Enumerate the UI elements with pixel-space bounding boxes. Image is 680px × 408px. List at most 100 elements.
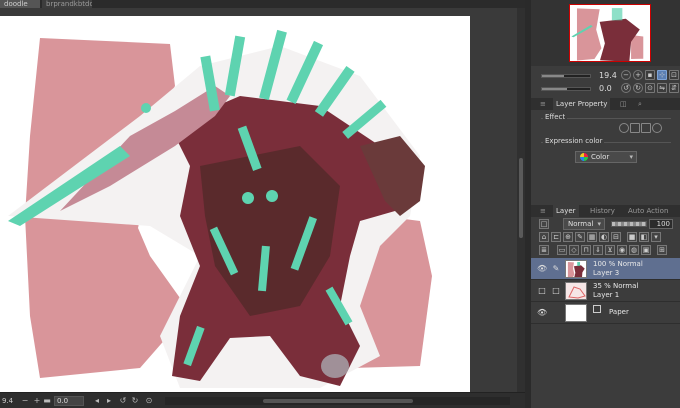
layer-thumbnail — [565, 282, 587, 300]
clip-below-icon[interactable]: ⊏ — [551, 232, 561, 242]
layer-property-menu-icon[interactable]: ≡ — [537, 98, 549, 110]
zoom-slider-icon[interactable]: ▬ — [42, 396, 52, 406]
navigator-fit-icon[interactable]: ▪ — [645, 70, 655, 80]
layer-panel-tabs: ≡ Layer History Auto Action — [531, 205, 680, 217]
paper-layer-icon — [593, 305, 601, 313]
canvas-horizontal-scrollbar[interactable] — [165, 397, 510, 405]
lock-transparent-icon[interactable]: ▦ — [587, 232, 597, 242]
reference-layer-icon[interactable]: ⊕ — [563, 232, 573, 242]
vertical-scroll-thumb[interactable] — [519, 158, 523, 238]
lock-layer-icon[interactable]: ⌂ — [539, 232, 549, 242]
effect-layer-color-icon[interactable] — [641, 123, 651, 133]
navigator-flip-h-icon[interactable]: ⇋ — [657, 83, 667, 93]
chevron-down-icon: ▾ — [597, 220, 601, 228]
apply-mask-icon[interactable]: ◍ — [629, 245, 639, 255]
navigator-fit-window-icon[interactable]: ⊹ — [657, 70, 667, 80]
rotation-readout[interactable]: 0.0 — [54, 396, 84, 406]
layer-name: Paper — [609, 308, 629, 316]
expression-color-label: Expression color — [543, 137, 605, 145]
layer-name: Layer 1 — [593, 291, 620, 299]
eye-off-icon[interactable]: □ — [537, 286, 547, 296]
chevron-down-icon: ▾ — [629, 153, 633, 161]
navigator-zoom-row: 19.4 − + ▪ ⊹ ⊡ — [539, 70, 679, 81]
tab-history[interactable]: History — [587, 205, 618, 217]
merge-down-icon[interactable]: ⊻ — [605, 245, 615, 255]
delete-layer-icon[interactable]: ▣ — [641, 245, 651, 255]
mask-icon[interactable]: ◐ — [599, 232, 609, 242]
pencil-icon[interactable]: ✎ — [551, 264, 561, 274]
new-raster-layer-icon[interactable]: ▭ — [557, 245, 567, 255]
transfer-down-icon[interactable]: ⇓ — [593, 245, 603, 255]
right-panel: 19.4 − + ▪ ⊹ ⊡ 0.0 ↺ ↻ ⊙ ⇋ ⇵ ≡ Layer Pro… — [530, 0, 680, 408]
navigator-rotate-value: 0.0 — [599, 84, 612, 93]
effect-label: Effect — [543, 113, 568, 121]
canvas-paper[interactable] — [0, 16, 470, 392]
tab-layer[interactable]: Layer — [553, 205, 579, 217]
zoom-in-icon[interactable]: + — [32, 396, 42, 406]
zoom-readout[interactable]: 9.4 — [2, 396, 13, 406]
canvas-area[interactable] — [0, 8, 517, 392]
layer-menu-icon[interactable]: ≡ — [537, 205, 549, 217]
ruler-icon[interactable]: ⊟ — [611, 232, 621, 242]
tab-auto-action[interactable]: Auto Action — [625, 205, 671, 217]
tab-layer-property[interactable]: Layer Property — [553, 98, 611, 110]
opacity-slider[interactable] — [611, 221, 647, 227]
layer-thumbnail — [565, 260, 587, 278]
effect-tone-icon[interactable] — [630, 123, 640, 133]
zoom-out-icon[interactable]: − — [20, 396, 30, 406]
layer-color-icon[interactable]: ■ — [627, 232, 637, 242]
layer-blend-row: □ Normal ▾ 100 — [531, 218, 680, 230]
opacity-input[interactable]: 100 — [649, 219, 673, 229]
layer-property-panel: Effect Expression color Color ▾ — [531, 112, 680, 202]
horizontal-scroll-thumb[interactable] — [263, 399, 413, 403]
tab-doodle[interactable]: doodle — [0, 0, 40, 8]
layer-list-icon[interactable]: ≣ — [539, 245, 549, 255]
tab-property-2-icon[interactable]: ◫ — [617, 98, 630, 110]
tab-property-3-icon[interactable]: ⌕ — [635, 98, 645, 110]
reset-rotation-icon[interactable]: ⊙ — [144, 396, 154, 406]
new-vector-layer-icon[interactable]: ◇ — [569, 245, 579, 255]
rotate-slider[interactable] — [541, 87, 591, 91]
expression-color-value: Color — [591, 153, 610, 161]
expression-color-group: Expression color Color ▾ — [541, 137, 671, 168]
navigator-actual-size-icon[interactable]: ⊡ — [669, 70, 679, 80]
navigator-thumbnail[interactable] — [569, 4, 651, 62]
layer-row-layer-3[interactable]: 👁 ✎ 100 % Normal Layer 3 — [531, 258, 680, 280]
navigator-rotate-right-icon[interactable]: ↻ — [633, 83, 643, 93]
expression-color-dropdown[interactable]: Color ▾ — [575, 151, 637, 163]
artwork — [8, 29, 432, 388]
navigator-rotate-left-icon[interactable]: ↺ — [621, 83, 631, 93]
draft-layer-icon[interactable]: ✎ — [575, 232, 585, 242]
scroll-right-icon[interactable]: ▸ — [104, 396, 114, 406]
eye-icon[interactable]: 👁 — [537, 264, 547, 274]
navigator-zoom-in-icon[interactable]: + — [633, 70, 643, 80]
edit-off-icon[interactable]: □ — [551, 286, 561, 296]
property-panel-tabs: ≡ Layer Property ◫ ⌕ — [531, 98, 680, 110]
effect-more-icon[interactable] — [652, 123, 662, 133]
rotate-left-icon[interactable]: ↺ — [118, 396, 128, 406]
tab-brprandkbtdon[interactable]: brprandkbtdon — [42, 0, 92, 8]
layer-color-swatch-icon[interactable]: ◧ — [639, 232, 649, 242]
layer-clip-icon[interactable]: □ — [539, 219, 549, 229]
navigator-flip-v-icon[interactable]: ⇵ — [669, 83, 679, 93]
app-window: doodle brprandkbtdon ▪ — [0, 0, 680, 408]
create-mask-icon[interactable]: ◉ — [617, 245, 627, 255]
eye-icon[interactable]: 👁 — [537, 308, 547, 318]
layer-thumbnail — [565, 304, 587, 322]
layer-settings-icon[interactable]: ⊞ — [657, 245, 667, 255]
skull-eye — [141, 103, 151, 113]
effect-border-icon[interactable] — [619, 123, 629, 133]
navigator-reset-rotate-icon[interactable]: ⊙ — [645, 83, 655, 93]
navigator-zoom-out-icon[interactable]: − — [621, 70, 631, 80]
layer-row-paper[interactable]: 👁 Paper — [531, 302, 680, 324]
canvas-vertical-scrollbar[interactable] — [517, 8, 525, 392]
layer-color-toggle-icon[interactable]: ▾ — [651, 232, 661, 242]
layer-blend-info: 35 % Normal — [593, 282, 639, 290]
layer-tools-row-2: ≣ ▭ ◇ ⊓ ⇓ ⊻ ◉ ◍ ▣ ⊞ — [531, 244, 680, 256]
blend-mode-dropdown[interactable]: Normal ▾ — [563, 218, 605, 230]
rotate-right-icon[interactable]: ↻ — [130, 396, 140, 406]
scroll-left-icon[interactable]: ◂ — [92, 396, 102, 406]
layer-row-layer-1[interactable]: □ □ 35 % Normal Layer 1 — [531, 280, 680, 302]
zoom-slider[interactable] — [541, 74, 591, 78]
new-folder-icon[interactable]: ⊓ — [581, 245, 591, 255]
